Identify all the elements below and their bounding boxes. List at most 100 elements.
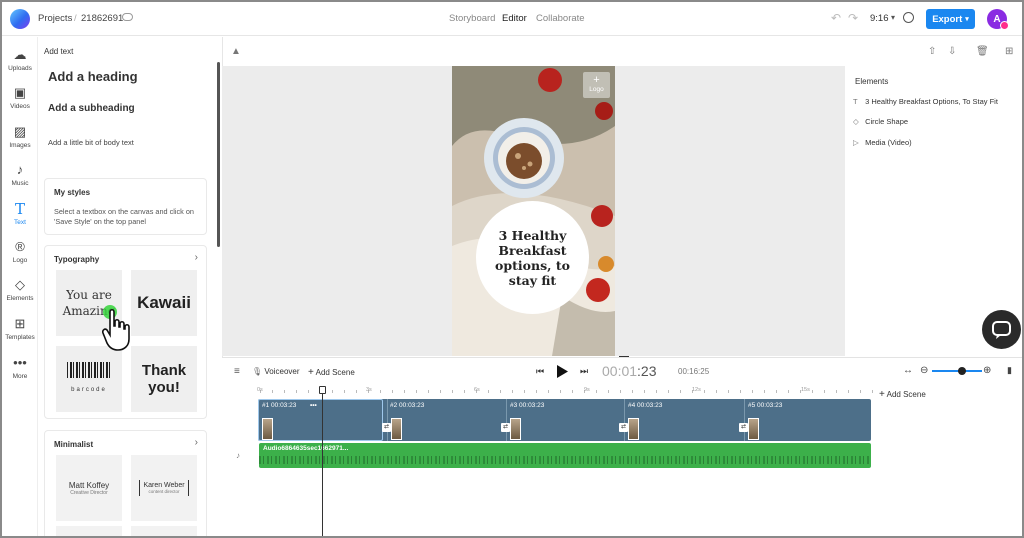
ruler-tick — [536, 390, 537, 393]
elements-title: Elements — [855, 77, 889, 86]
transition-icon[interactable]: ⇄ — [382, 423, 391, 432]
add-scene-right-button[interactable]: + Add Scene — [879, 389, 926, 400]
zoom-slider-knob[interactable] — [958, 367, 966, 375]
skip-forward-icon[interactable]: ⏭ — [580, 366, 588, 377]
typography-tile-kawaii[interactable]: Kawaii — [131, 270, 197, 336]
export-label: Export — [932, 13, 963, 25]
ruler-tick — [416, 390, 417, 393]
music-note-icon[interactable]: ♪ — [236, 451, 240, 460]
rail-item-logo[interactable]: ® Logo — [2, 239, 38, 264]
app-window: Projects / 21862691 Storyboard Editor Co… — [0, 0, 1024, 538]
rail-item-text[interactable]: T Text — [2, 201, 38, 226]
element-item-text[interactable]: T 3 Healthy Breakfast Options, To Stay F… — [853, 97, 998, 106]
add-subheading-button[interactable]: Add a subheading — [48, 103, 135, 114]
plus-icon: + — [308, 367, 314, 378]
add-body-text-button[interactable]: Add a little bit of body text — [48, 138, 134, 147]
tab-storyboard[interactable]: Storyboard — [449, 13, 495, 24]
rail-label: Images — [9, 142, 31, 149]
my-styles-title: My styles — [54, 188, 91, 197]
panel-title: Add text — [44, 47, 74, 56]
scene-clip-3[interactable]: #3 00:03:23 — [510, 402, 544, 409]
rail-item-templates[interactable]: ⊞ Templates — [2, 316, 38, 341]
tile-role: Creative Director — [70, 489, 108, 496]
voiceover-button[interactable]: 🎙 Voiceover — [252, 367, 300, 376]
minimalist-tile[interactable] — [56, 526, 122, 536]
aspect-ratio-selector[interactable]: 9:16 — [870, 13, 889, 24]
add-heading-button[interactable]: Add a heading — [48, 69, 138, 84]
scene-clip-2[interactable]: #2 00:03:23 — [390, 402, 424, 409]
settings-icon[interactable] — [903, 12, 914, 23]
breadcrumb-projects[interactable]: Projects — [38, 13, 72, 24]
fit-timeline-icon[interactable]: ↔ — [903, 365, 913, 376]
chat-support-button[interactable] — [982, 310, 1021, 349]
undo-icon[interactable]: ↶ — [831, 11, 841, 25]
headline-text[interactable]: 3 Healthy Breakfast options, to stay fit — [488, 228, 578, 288]
chevron-right-icon[interactable]: › — [195, 252, 198, 263]
ruler-tick — [680, 390, 681, 393]
skip-back-icon[interactable]: ⏮ — [536, 366, 544, 377]
more-options-icon[interactable]: ••• — [310, 402, 317, 409]
ruler-tick — [308, 390, 309, 393]
transition-icon[interactable]: ⇄ — [739, 423, 748, 432]
scene-clip-1[interactable]: #1 00:03:23 — [262, 402, 296, 409]
bring-forward-icon[interactable]: ⇧ — [928, 46, 936, 57]
send-backward-icon[interactable]: ⇩ — [948, 46, 956, 57]
ruler-tick — [296, 390, 297, 393]
timeline-menu-icon[interactable]: ≡ — [234, 366, 240, 377]
panel-scrollbar[interactable] — [217, 62, 220, 247]
export-button[interactable]: Export ▾ — [926, 9, 975, 29]
playhead-handle[interactable] — [319, 386, 326, 394]
transition-icon[interactable]: ⇄ — [501, 423, 510, 432]
logo-placeholder-label: Logo — [589, 86, 604, 93]
music-icon: ♪ — [16, 162, 24, 177]
clip-divider — [744, 399, 745, 441]
rail-item-more[interactable]: ••• More — [2, 355, 38, 380]
project-id[interactable]: 21862691 — [81, 13, 123, 24]
ruler-label: 15s — [801, 387, 810, 393]
play-button[interactable] — [555, 364, 569, 379]
fill-bucket-icon[interactable]: ▲ — [231, 46, 241, 57]
zoom-out-icon[interactable]: ⊖ — [920, 365, 928, 376]
logo-placeholder[interactable]: + Logo — [583, 72, 610, 98]
ruler-tick — [632, 390, 633, 393]
zoom-in-icon[interactable]: ⊕ — [983, 365, 991, 376]
redo-icon[interactable]: ↷ — [848, 11, 858, 25]
element-item-media[interactable]: ▷ Media (Video) — [853, 138, 912, 147]
rail-item-elements[interactable]: ◇ Elements — [2, 277, 38, 302]
trash-icon[interactable]: 🗑 — [976, 46, 989, 57]
rail-item-videos[interactable]: ▣ Videos — [2, 85, 38, 110]
minimalist-card: Minimalist › Matt Koffey Creative Direct… — [44, 430, 207, 536]
minimalist-tile[interactable] — [131, 526, 197, 536]
ruler-tick — [272, 390, 273, 393]
grid-icon[interactable]: ⊞ — [1005, 46, 1013, 57]
my-styles-card: My styles Select a textbox on the canvas… — [44, 178, 207, 235]
ruler-tick — [752, 390, 753, 393]
total-time: 00:16:25 — [678, 367, 710, 376]
ruler-label: 0s — [257, 387, 263, 393]
chevron-right-icon[interactable]: › — [195, 437, 198, 448]
tab-editor[interactable]: Editor — [502, 13, 527, 24]
typography-tile-barcode[interactable]: barcode — [56, 346, 122, 412]
minimalist-tile-karen[interactable]: Karen Weber content director — [131, 455, 197, 521]
audio-track[interactable]: Audio6864635sec1662971... — [259, 443, 871, 468]
chevron-down-icon[interactable]: ▾ — [891, 13, 895, 22]
rail-item-images[interactable]: ▨ Images — [2, 124, 38, 149]
transition-icon[interactable]: ⇄ — [619, 423, 628, 432]
minimalist-tile-matt[interactable]: Matt Koffey Creative Director — [56, 455, 122, 521]
ruler-tick — [764, 390, 765, 393]
scene-clip-5[interactable]: #5 00:03:23 — [748, 402, 782, 409]
breadcrumb-separator: / — [74, 13, 77, 24]
tab-collaborate[interactable]: Collaborate — [536, 13, 585, 24]
circle-shape[interactable]: 3 Healthy Breakfast options, to stay fit — [476, 201, 589, 314]
rail-item-uploads[interactable]: ☁ Uploads — [2, 47, 38, 72]
playhead[interactable] — [322, 388, 323, 536]
zoom-slider[interactable] — [932, 370, 982, 372]
audio-levels-icon[interactable]: ▮ — [1007, 365, 1012, 376]
scene-clip-4[interactable]: #4 00:03:23 — [628, 402, 662, 409]
add-scene-button[interactable]: + Add Scene — [308, 367, 355, 378]
rail-item-music[interactable]: ♪ Music — [2, 162, 38, 187]
app-logo-icon[interactable] — [10, 9, 30, 29]
typography-tile-thankyou[interactable]: Thank you! — [131, 346, 197, 412]
element-item-circle[interactable]: ◇ Circle Shape — [853, 117, 908, 126]
ruler-tick — [668, 390, 669, 393]
